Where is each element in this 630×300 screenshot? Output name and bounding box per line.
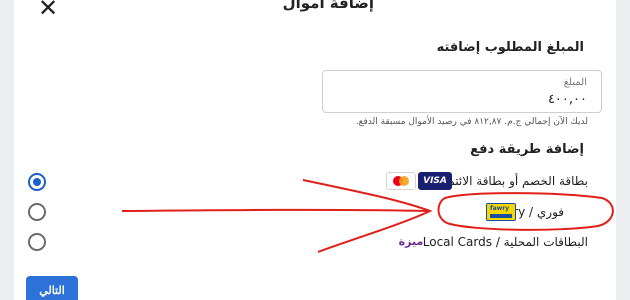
backdrop-left <box>0 0 14 300</box>
fawry-icon: fawry <box>486 203 516 221</box>
balance-note: لديك الآن إجمالي ج.م. ٨١٢,٨٧ في رصيد الأ… <box>355 117 588 127</box>
meeza-icon: ميزة <box>398 235 424 248</box>
amount-label: المبلغ <box>563 77 587 88</box>
next-button[interactable]: التالي <box>26 276 78 300</box>
visa-icon: VISA <box>418 172 452 190</box>
add-funds-dialog: ✕ إضافة أموال المبلغ المطلوب إضافته المب… <box>14 0 616 300</box>
amount-value: ٤٠٠,٠٠ <box>547 92 587 107</box>
close-icon[interactable]: ✕ <box>38 0 58 20</box>
option-card-label[interactable]: بطاقة الخصم أو بطاقة الائتمان <box>436 174 588 188</box>
screen: ✕ إضافة أموال المبلغ المطلوب إضافته المب… <box>0 0 630 300</box>
fawry-logo-text: fawry <box>490 205 510 212</box>
backdrop-right <box>616 0 630 300</box>
amount-input[interactable]: المبلغ ٤٠٠,٠٠ <box>322 70 602 113</box>
radio-local-cards[interactable] <box>28 233 46 251</box>
amount-heading: المبلغ المطلوب إضافته <box>436 40 584 55</box>
payment-method-heading: إضافة طريقة دفع <box>470 142 584 157</box>
dialog-title: إضافة أموال <box>282 0 374 12</box>
radio-fawry[interactable] <box>28 203 46 221</box>
option-local-cards-label[interactable]: البطاقات المحلية / Local Cards <box>423 235 588 249</box>
radio-card[interactable] <box>28 173 46 191</box>
mastercard-icon <box>386 172 416 190</box>
